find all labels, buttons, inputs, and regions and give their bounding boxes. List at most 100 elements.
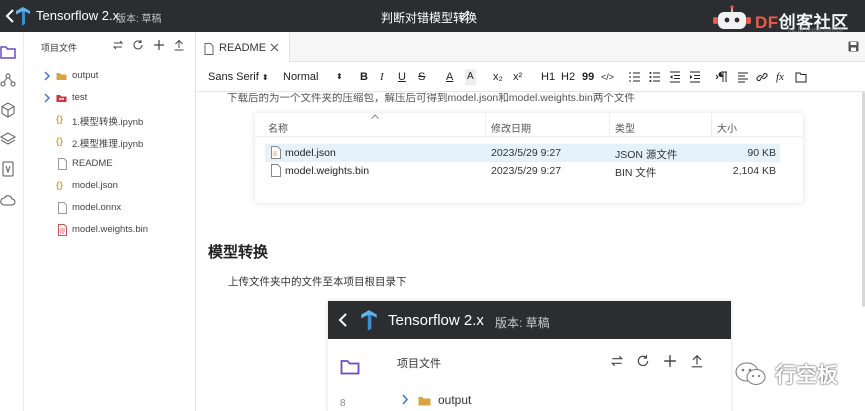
add-icon[interactable]	[153, 39, 165, 51]
format-select[interactable]: Normal	[283, 69, 318, 85]
ordered-list-icon[interactable]	[629, 69, 641, 85]
close-icon[interactable]	[270, 43, 279, 52]
watermark-text: 行空板	[775, 364, 838, 387]
tree-item-label: model.onnx	[72, 202, 122, 213]
tree-item-model-json[interactable]: {} model.json	[24, 176, 196, 196]
tree-item-test[interactable]: test	[24, 88, 196, 108]
upload-icon[interactable]	[173, 39, 185, 51]
json-file-icon	[271, 146, 281, 159]
column-size: 大小	[717, 124, 737, 135]
screenshot-panel-title: 项目文件	[397, 358, 441, 370]
file-panel-title: 项目文件	[41, 43, 78, 53]
file-panel-tools	[112, 39, 192, 53]
subscript-button[interactable]: x₂	[493, 69, 503, 85]
strike-button[interactable]: S	[418, 69, 425, 85]
monitor-icon[interactable]	[0, 161, 16, 177]
edit-title-icon[interactable]	[459, 9, 471, 21]
file-name: model.weights.bin	[285, 165, 370, 177]
column-divider	[609, 113, 610, 137]
formula-button[interactable]: fx	[776, 69, 784, 85]
editor-area: README Sans Serif ⬍ Normal ⬍ B I U S A A…	[197, 32, 865, 411]
swap-icon[interactable]	[112, 39, 124, 51]
italic-button[interactable]: I	[380, 69, 384, 85]
tree-item-notebook-1[interactable]: {} 1.模型转换.ipynb	[24, 110, 196, 130]
screenshot-title-bar: Tensorflow 2.x 版本: 草稿	[328, 301, 731, 339]
format-toolbar: Sans Serif ⬍ Normal ⬍ B I U S A A x₂ x² …	[197, 62, 865, 92]
tree-item-label: model.json	[72, 180, 118, 191]
column-divider	[711, 113, 712, 137]
indent-icon[interactable]	[689, 69, 701, 85]
watermark: 行空板	[734, 357, 864, 389]
outdent-icon[interactable]	[669, 69, 681, 85]
save-icon[interactable]	[848, 41, 859, 52]
text-direction-icon[interactable]	[715, 69, 729, 85]
project-files-icon[interactable]	[0, 44, 16, 60]
file-type: JSON 源文件	[615, 149, 678, 161]
activity-rail	[0, 32, 24, 411]
layers-icon[interactable]	[0, 131, 16, 147]
code-block-button[interactable]: </>	[601, 69, 614, 85]
cloud-icon[interactable]	[0, 192, 16, 208]
file-explorer-screenshot: 名称 修改日期 类型 大小 model.json 2023/5/29 9:27 …	[255, 113, 803, 203]
screenshot-app-name: Tensorflow 2.x	[388, 312, 484, 329]
bold-button[interactable]: B	[360, 69, 368, 85]
table-row: model.json 2023/5/29 9:27 JSON 源文件 90 KB	[265, 144, 780, 162]
app-name: Tensorflow 2.x	[36, 8, 120, 23]
tree-item-label: output	[72, 70, 99, 81]
test-folder-icon	[56, 95, 67, 102]
align-icon[interactable]	[737, 69, 749, 85]
column-type: 类型	[615, 124, 635, 135]
heading2-button[interactable]: H2	[561, 69, 575, 85]
chevron-right-icon[interactable]	[43, 93, 51, 103]
underline-button[interactable]: U	[398, 69, 406, 85]
partial-icon-label: 8	[340, 398, 346, 409]
folder-open-icon[interactable]	[795, 69, 807, 85]
refresh-icon[interactable]	[132, 39, 144, 51]
robot-mascot-icon	[713, 5, 751, 29]
cube-icon[interactable]	[0, 102, 16, 118]
back-arrow-icon	[338, 313, 347, 327]
file-size: 2,104 KB	[732, 165, 776, 177]
tree-item-notebook-2[interactable]: {} 2.模型推理.ipynb	[24, 132, 196, 152]
column-name: 名称	[268, 124, 288, 135]
folder-icon	[56, 73, 67, 80]
tree-item-model-onnx[interactable]: model.onnx	[24, 198, 196, 218]
link-icon[interactable]	[756, 69, 768, 85]
blockquote-button[interactable]: 99	[582, 69, 594, 85]
heading1-button[interactable]: H1	[541, 69, 555, 85]
workflow-icon[interactable]	[0, 72, 16, 88]
binary-file-icon	[58, 224, 67, 236]
column-divider	[485, 113, 486, 137]
screenshot-version: 版本: 草稿	[495, 316, 550, 330]
tree-item-readme[interactable]: README	[24, 154, 196, 174]
file-icon	[271, 164, 281, 177]
bullet-list-icon[interactable]	[649, 69, 661, 85]
file-date: 2023/5/29 9:27	[491, 147, 562, 159]
chevron-right-icon[interactable]	[43, 71, 51, 81]
file-name: model.json	[285, 147, 336, 159]
paragraph: 上传文件夹中的文件至本项目根目录下	[228, 276, 407, 288]
refresh-icon	[637, 355, 649, 367]
version-label: 版本: 草稿	[116, 14, 162, 25]
wechat-icon	[735, 362, 766, 385]
title-bar: Tensorflow 2.x 版本: 草稿 判断对错模型转换 DF创客社区 mc…	[0, 0, 865, 34]
tree-item-label: test	[72, 92, 88, 103]
dfrobot-brand-logo: DF创客社区 mc.DFRobot.com.cn	[712, 3, 862, 34]
file-icon	[58, 202, 67, 214]
tab-readme[interactable]: README	[197, 32, 290, 62]
font-select[interactable]: Sans Serif ⬍	[208, 69, 269, 85]
superscript-button[interactable]: x²	[513, 69, 522, 85]
tree-item-model-weights[interactable]: model.weights.bin	[24, 220, 196, 240]
background-color-button[interactable]: A	[465, 69, 476, 85]
format-select-arrow-icon[interactable]: ⬍	[336, 69, 343, 85]
partial-paragraph: 下载后的为一个文件夹的压缩包，解压后可得到model.json和model.we…	[227, 93, 635, 104]
file-panel: 项目文件 output test {} 1.模型转换.ipynb {} 2.模型…	[24, 32, 196, 411]
file-size: 90 KB	[747, 147, 776, 159]
tab-label: README	[219, 42, 267, 54]
text-color-button[interactable]: A	[446, 69, 453, 85]
tree-item-output[interactable]: output	[24, 66, 196, 86]
add-icon	[664, 355, 676, 367]
tab-bar: README	[197, 32, 865, 62]
sort-ascending-icon	[371, 114, 379, 119]
section-heading: 模型转换	[208, 244, 269, 261]
